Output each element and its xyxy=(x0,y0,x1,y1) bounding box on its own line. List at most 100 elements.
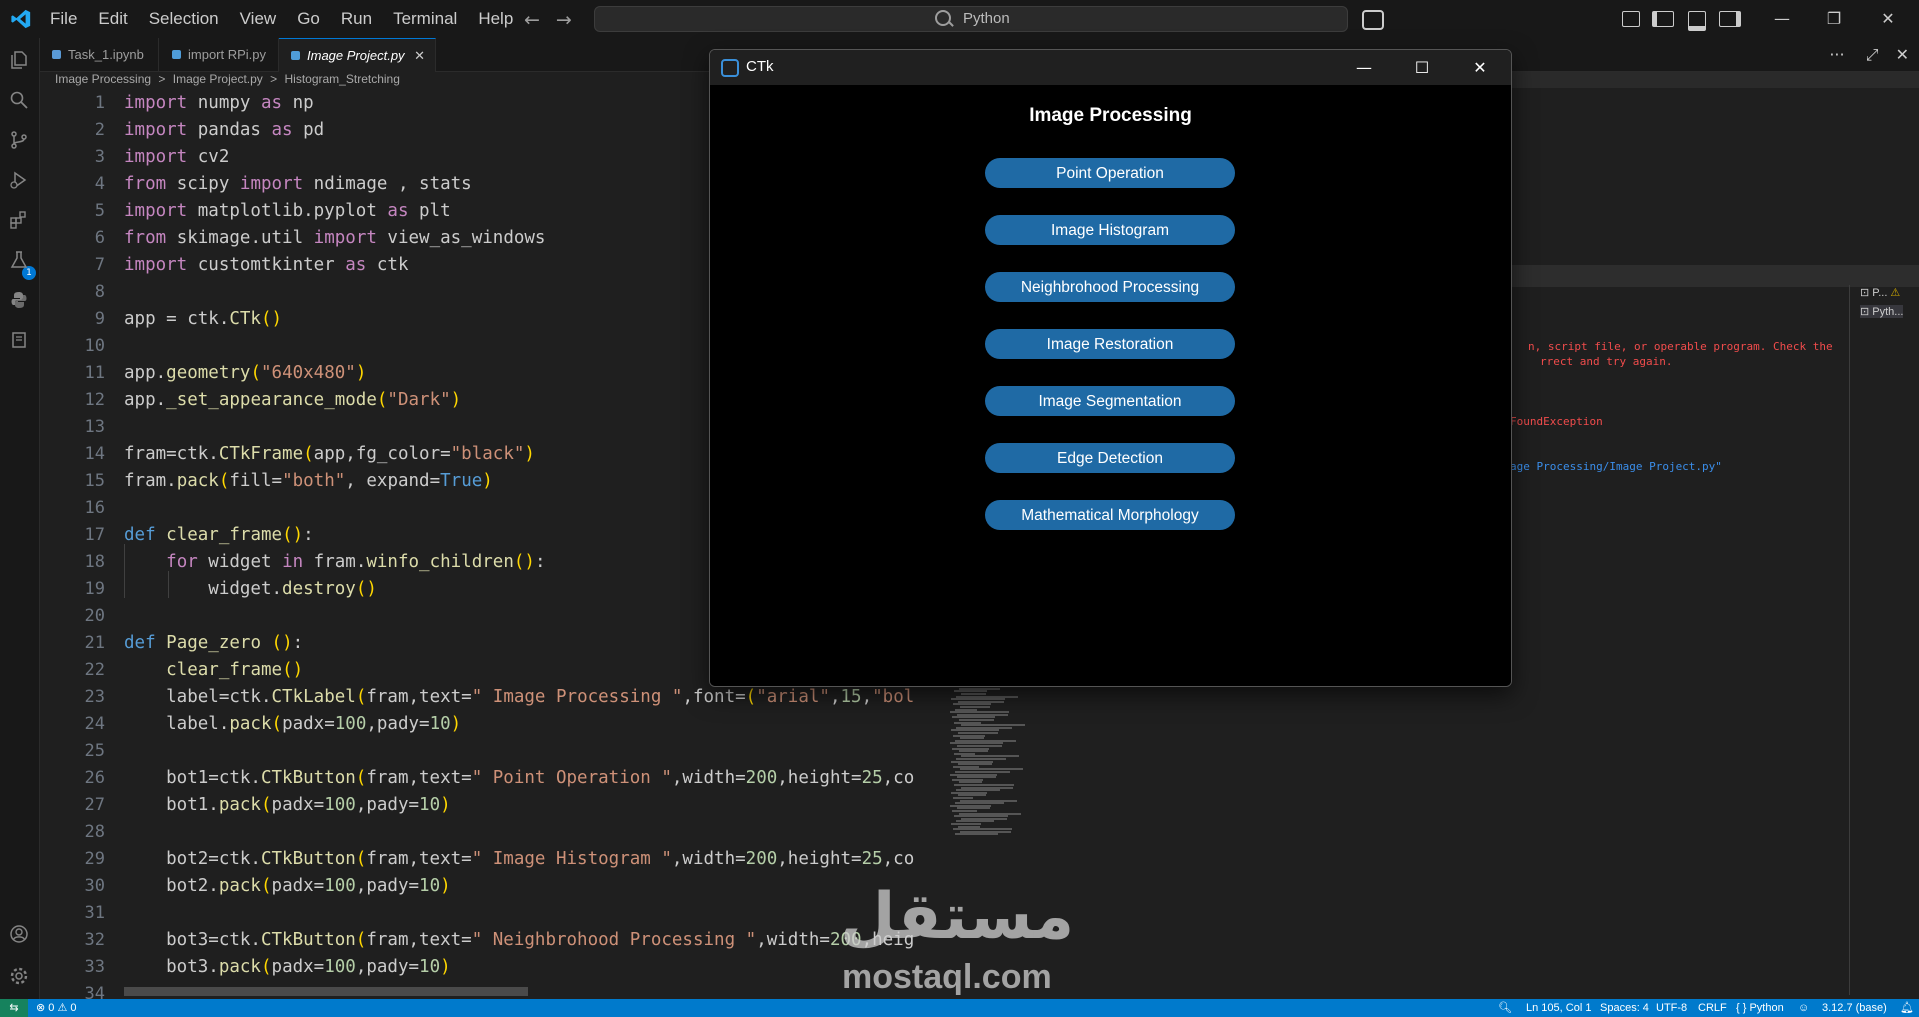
nav-arrows: ← → xyxy=(524,9,588,31)
notebook-icon[interactable] xyxy=(9,330,29,350)
extensions-icon[interactable] xyxy=(9,210,29,230)
line-number: 24 xyxy=(84,714,105,734)
terminal-error-line: FoundException xyxy=(1510,415,1603,428)
run-debug-icon[interactable] xyxy=(9,170,29,190)
menu-go[interactable]: Go xyxy=(297,9,320,29)
line-number: 27 xyxy=(84,795,105,815)
code-line: bot1=ctk.CTkButton(fram,text=" Point Ope… xyxy=(124,768,915,788)
testing-icon[interactable] xyxy=(9,250,29,270)
minimap[interactable] xyxy=(950,680,1030,840)
tab-task-1[interactable]: Task_1.ipynb xyxy=(40,38,159,71)
breadcrumb-symbol[interactable]: Histogram_Stretching xyxy=(285,72,400,86)
code-line: widget.destroy() xyxy=(124,579,377,599)
terminal-error-line: n, script file, or operable program. Che… xyxy=(1528,340,1833,353)
back-arrow-icon[interactable]: ← xyxy=(524,9,540,31)
line-number: 26 xyxy=(84,768,105,788)
point-operation-button[interactable]: Point Operation xyxy=(985,158,1235,188)
gear-icon[interactable] xyxy=(9,966,29,986)
line-number: 4 xyxy=(94,174,105,194)
code-line: bot3=ctk.CTkButton(fram,text=" Neighbroh… xyxy=(124,930,915,950)
menu-selection[interactable]: Selection xyxy=(149,9,219,29)
menu-run[interactable]: Run xyxy=(341,9,372,29)
menu-edit[interactable]: Edit xyxy=(98,9,127,29)
breadcrumb-separator: > xyxy=(270,72,278,86)
line-number: 19 xyxy=(84,579,105,599)
copilot-status-icon[interactable]: ☺ xyxy=(1798,999,1809,1017)
image-restoration-button[interactable]: Image Restoration xyxy=(985,329,1235,359)
python-icon[interactable] xyxy=(9,290,29,310)
code-line: bot1.pack(padx=100,pady=10) xyxy=(124,795,451,815)
image-segmentation-button[interactable]: Image Segmentation xyxy=(985,386,1235,416)
terminal-item-python[interactable]: ⊡ Pyth... xyxy=(1860,305,1904,318)
code-line: import cv2 xyxy=(124,147,230,167)
breadcrumb-file[interactable]: Image Project.py xyxy=(173,72,263,86)
accounts-icon[interactable] xyxy=(9,924,29,944)
tab-import-rpi[interactable]: import RPi.py xyxy=(160,38,279,71)
terminal-list-divider xyxy=(1849,285,1850,995)
cursor-position[interactable]: Ln 105, Col 1 xyxy=(1526,999,1591,1017)
ctk-minimize-icon[interactable]: — xyxy=(1335,50,1393,85)
toggle-primary-sidebar-icon[interactable] xyxy=(1652,11,1674,27)
close-icon[interactable]: ✕ xyxy=(1860,0,1916,38)
line-endings[interactable]: CRLF xyxy=(1698,999,1727,1017)
python-interpreter[interactable]: 3.12.7 (base) xyxy=(1822,999,1887,1017)
code-line: import customtkinter as ctk xyxy=(124,255,409,275)
search-sidebar-icon[interactable] xyxy=(9,90,29,110)
menu-view[interactable]: View xyxy=(240,9,277,29)
ctk-maximize-icon[interactable]: ☐ xyxy=(1393,50,1451,85)
ctk-frame: Image Processing Point Operation Image H… xyxy=(710,85,1511,686)
remote-indicator-icon[interactable]: ⇆ xyxy=(0,999,28,1017)
close-tab-icon[interactable]: ✕ xyxy=(414,39,425,72)
toggle-panel-icon[interactable] xyxy=(1688,11,1706,31)
language-mode[interactable]: { } Python xyxy=(1736,999,1784,1017)
code-line: import matplotlib.pyplot as plt xyxy=(124,201,451,221)
customize-layout-icon[interactable] xyxy=(1622,11,1640,27)
line-number: 31 xyxy=(84,903,105,923)
menu-file[interactable]: File xyxy=(50,9,77,29)
terminal-item-label: P... xyxy=(1872,287,1888,299)
menu-help[interactable]: Help xyxy=(478,9,513,29)
ctk-close-icon[interactable]: ✕ xyxy=(1451,50,1509,85)
code-line: from skimage.util import view_as_windows xyxy=(124,228,546,248)
ctk-title-bar[interactable]: CTk — ☐ ✕ xyxy=(710,50,1511,85)
line-number: 11 xyxy=(84,363,105,383)
toggle-secondary-sidebar-icon[interactable] xyxy=(1719,11,1741,27)
title-bar: File Edit Selection View Go Run Terminal… xyxy=(0,0,1919,39)
neighborhood-processing-button[interactable]: Neighbrohood Processing xyxy=(985,272,1235,302)
line-number: 5 xyxy=(94,201,105,221)
copilot-icon[interactable] xyxy=(1362,10,1384,30)
line-number: 14 xyxy=(84,444,105,464)
more-actions-icon[interactable]: ··· xyxy=(1829,45,1844,64)
line-number: 18 xyxy=(84,552,105,572)
tab-image-project[interactable]: Image Project.py ✕ xyxy=(279,38,436,72)
close-editor-icon[interactable]: ✕ xyxy=(1896,45,1909,64)
ctk-window: CTk — ☐ ✕ Image Processing Point Operati… xyxy=(709,49,1512,687)
problems-count[interactable]: ⊗ 0 ⚠ 0 xyxy=(36,999,76,1017)
minimize-icon[interactable]: — xyxy=(1754,0,1810,38)
source-control-icon[interactable] xyxy=(9,130,29,150)
maximize-icon[interactable]: ⤢ xyxy=(1866,45,1879,64)
zoom-icon[interactable]: 🔍︎ xyxy=(1498,999,1512,1017)
forward-arrow-icon[interactable]: → xyxy=(556,9,572,31)
notifications-icon[interactable]: 🔔︎ xyxy=(1900,999,1914,1017)
menu-terminal[interactable]: Terminal xyxy=(393,9,457,29)
edge-detection-button[interactable]: Edge Detection xyxy=(985,443,1235,473)
line-number: 13 xyxy=(84,417,105,437)
vscode-logo-icon[interactable] xyxy=(10,8,32,30)
restore-icon[interactable]: ❐ xyxy=(1806,0,1862,38)
encoding[interactable]: UTF-8 xyxy=(1656,999,1687,1017)
breadcrumb-folder[interactable]: Image Processing xyxy=(55,72,151,86)
horizontal-scrollbar[interactable] xyxy=(124,987,528,996)
watermark-arabic: مستقل xyxy=(840,880,1075,954)
status-bar: ⇆ ⊗ 0 ⚠ 0 🔍︎ Ln 105, Col 1 Spaces: 4 UTF… xyxy=(0,999,1919,1017)
indentation[interactable]: Spaces: 4 xyxy=(1600,999,1649,1017)
ctk-heading: Image Processing xyxy=(1029,105,1192,126)
explorer-icon[interactable] xyxy=(9,50,29,70)
indent-guide xyxy=(168,571,169,598)
terminal-item-powershell[interactable]: ⊡ P... ⚠ xyxy=(1860,286,1900,299)
image-histogram-button[interactable]: Image Histogram xyxy=(985,215,1235,245)
line-number: 28 xyxy=(84,822,105,842)
mathematical-morphology-button[interactable]: Mathematical Morphology xyxy=(985,500,1235,530)
line-number: 12 xyxy=(84,390,105,410)
command-center-search[interactable]: Python xyxy=(594,6,1348,32)
